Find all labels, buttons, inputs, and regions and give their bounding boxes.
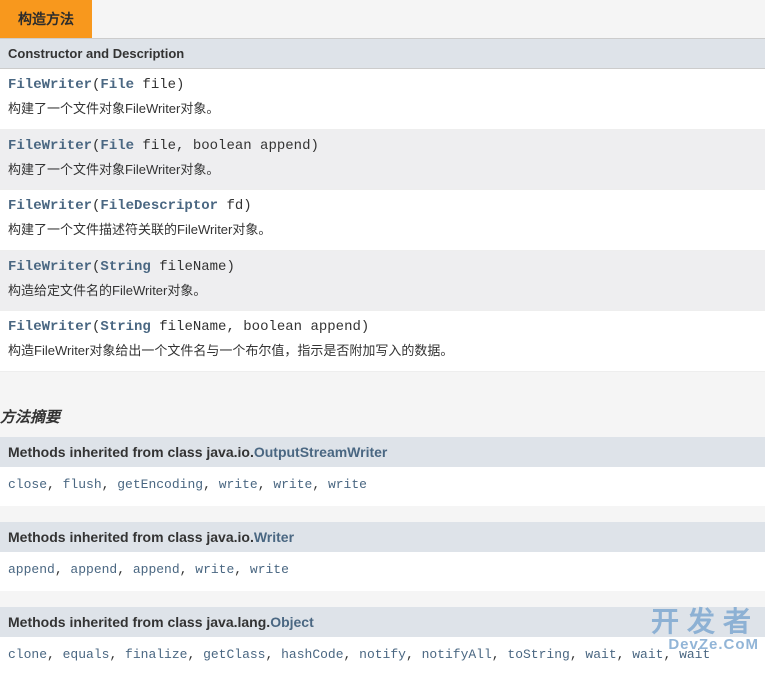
constructor-signature: FileWriter(String fileName) — [8, 259, 757, 275]
method-link[interactable]: toString — [507, 647, 569, 662]
method-link[interactable]: write — [273, 477, 312, 492]
methods-summary-title: 方法摘要 — [0, 400, 765, 437]
method-link[interactable]: wait — [632, 647, 663, 662]
inherited-class-link[interactable]: Writer — [254, 529, 294, 545]
method-link[interactable]: write — [219, 477, 258, 492]
constructors-tab[interactable]: 构造方法 — [0, 0, 92, 38]
constructor-row: FileWriter(File file, boolean append) 构建了… — [0, 130, 765, 191]
inherited-blocks: Methods inherited from class java.io.Out… — [0, 437, 765, 676]
param-type-link[interactable]: String — [100, 259, 150, 275]
inherited-method-list: close, flush, getEncoding, write, write,… — [0, 467, 765, 506]
inherited-header: Methods inherited from class java.io.Out… — [0, 437, 765, 467]
method-link[interactable]: wait — [585, 647, 616, 662]
constructor-signature: FileWriter(File file) — [8, 77, 757, 93]
constructor-name-link[interactable]: FileWriter — [8, 198, 92, 214]
constructor-row: FileWriter(File file) 构建了一个文件对象FileWriter… — [0, 69, 765, 130]
constructor-header: Constructor and Description — [0, 38, 765, 69]
constructor-row: FileWriter(String fileName, boolean appe… — [0, 311, 765, 372]
method-link[interactable]: flush — [63, 477, 102, 492]
constructor-list: FileWriter(File file) 构建了一个文件对象FileWriter… — [0, 69, 765, 372]
method-link[interactable]: notify — [359, 647, 406, 662]
method-link[interactable]: getEncoding — [117, 477, 203, 492]
method-link[interactable]: wait — [679, 647, 710, 662]
constructor-name-link[interactable]: FileWriter — [8, 319, 92, 335]
constructor-name-link[interactable]: FileWriter — [8, 77, 92, 93]
constructor-signature: FileWriter(FileDescriptor fd) — [8, 198, 757, 214]
constructor-description: 构建了一个文件描述符关联的FileWriter对象。 — [8, 220, 757, 240]
constructor-description: 构建了一个文件对象FileWriter对象。 — [8, 160, 757, 180]
param-type-link[interactable]: FileDescriptor — [100, 198, 218, 214]
method-link[interactable]: equals — [63, 647, 110, 662]
method-link[interactable]: clone — [8, 647, 47, 662]
constructor-name-link[interactable]: FileWriter — [8, 138, 92, 154]
spacer — [0, 372, 765, 400]
constructor-description: 构造给定文件名的FileWriter对象。 — [8, 281, 757, 301]
constructor-row: FileWriter(FileDescriptor fd) 构建了一个文件描述符关… — [0, 190, 765, 251]
param-type-link[interactable]: String — [100, 319, 150, 335]
inherited-header: Methods inherited from class java.lang.O… — [0, 607, 765, 637]
method-link[interactable]: append — [8, 562, 55, 577]
method-link[interactable]: append — [133, 562, 180, 577]
constructor-signature: FileWriter(File file, boolean append) — [8, 138, 757, 154]
method-link[interactable]: write — [328, 477, 367, 492]
method-link[interactable]: getClass — [203, 647, 265, 662]
method-link[interactable]: append — [70, 562, 117, 577]
inherited-method-list: clone, equals, finalize, getClass, hashC… — [0, 637, 765, 676]
inherited-header: Methods inherited from class java.io.Wri… — [0, 522, 765, 552]
inherited-class-link[interactable]: OutputStreamWriter — [254, 444, 388, 460]
page-container: 构造方法 Constructor and Description FileWri… — [0, 0, 765, 676]
method-link[interactable]: hashCode — [281, 647, 343, 662]
param-type-link[interactable]: File — [100, 77, 134, 93]
constructor-description: 构造FileWriter对象给出一个文件名与一个布尔值，指示是否附加写入的数据。 — [8, 341, 757, 361]
constructor-signature: FileWriter(String fileName, boolean appe… — [8, 319, 757, 335]
method-link[interactable]: finalize — [125, 647, 187, 662]
inherited-method-list: append, append, append, write, write — [0, 552, 765, 591]
inherited-class-link[interactable]: Object — [270, 614, 314, 630]
method-link[interactable]: notifyAll — [422, 647, 492, 662]
method-link[interactable]: close — [8, 477, 47, 492]
method-link[interactable]: write — [250, 562, 289, 577]
constructor-name-link[interactable]: FileWriter — [8, 259, 92, 275]
method-link[interactable]: write — [195, 562, 234, 577]
constructor-row: FileWriter(String fileName) 构造给定文件名的FileW… — [0, 251, 765, 312]
param-type-link[interactable]: File — [100, 138, 134, 154]
constructor-description: 构建了一个文件对象FileWriter对象。 — [8, 99, 757, 119]
